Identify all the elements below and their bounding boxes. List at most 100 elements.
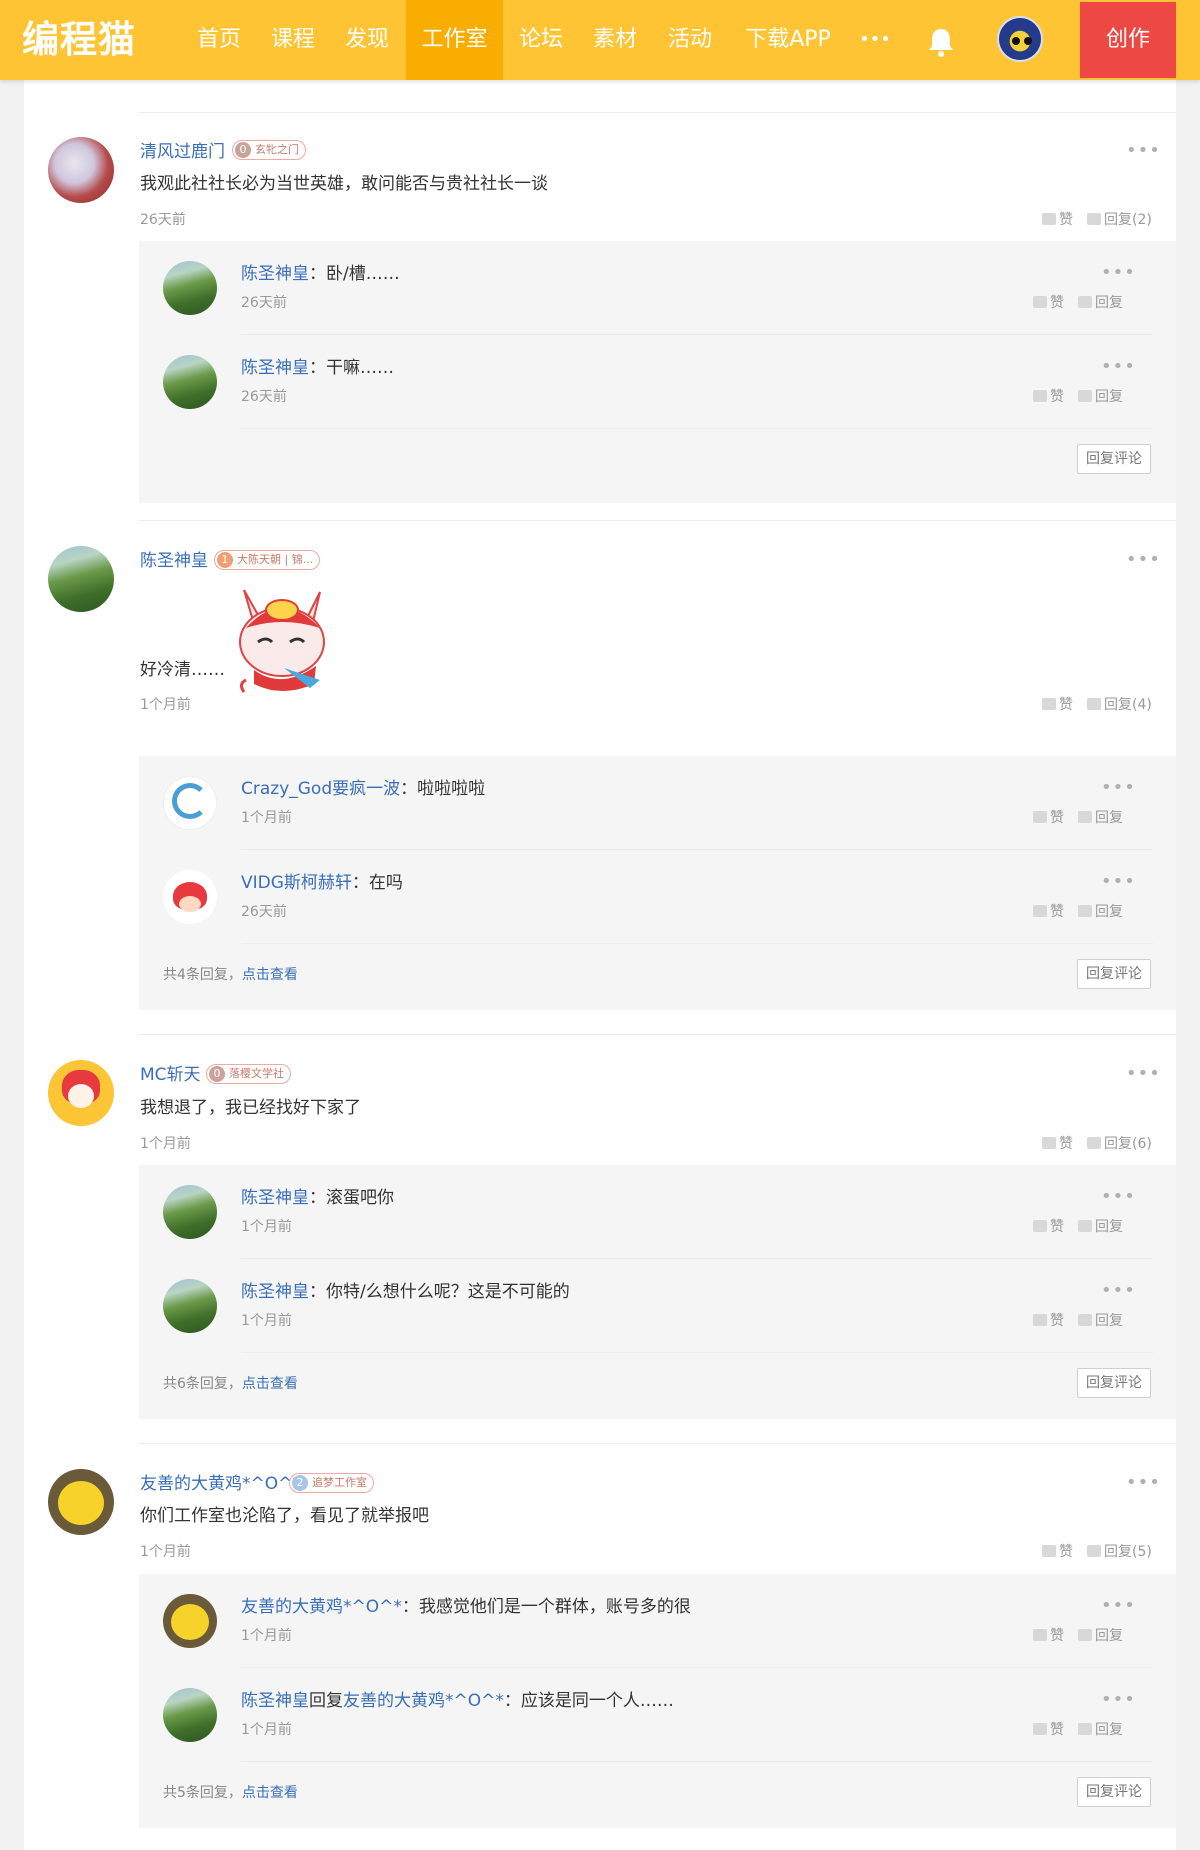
speech-bubble-icon [1087,1137,1101,1149]
avatar[interactable] [163,870,217,924]
more-options-icon[interactable]: ••• [1101,1188,1136,1206]
nav-more-icon[interactable]: ••• [852,0,898,80]
reply-line: 陈圣神皇：卧/槽…… [241,264,400,284]
reply-comment-button[interactable]: 回复评论 [1077,444,1151,474]
reply-button[interactable]: 回复 [1078,1719,1123,1739]
reply-username[interactable]: VIDG斯柯赫轩 [241,873,352,893]
like-button[interactable]: 赞 [1033,807,1064,827]
view-all-replies-link[interactable]: 点击查看 [242,967,298,983]
nav-item-forum[interactable]: 论坛 [508,0,574,80]
studio-badge[interactable]: 0 玄牝之门 [232,140,306,160]
reply-button[interactable]: 回复(5) [1087,1541,1152,1561]
avatar[interactable] [163,261,217,315]
reply-button[interactable]: 回复(2) [1087,209,1152,229]
reply-username[interactable]: 陈圣神皇 [241,1691,309,1711]
divider [241,849,1153,850]
reply-comment-button[interactable]: 回复评论 [1077,1777,1151,1807]
reply-button[interactable]: 回复 [1078,386,1123,406]
reply-username[interactable]: Crazy_God要疯一波 [241,779,400,799]
comment-username[interactable]: 友善的大黄鸡*^O^* [140,1469,301,1494]
nav-item-studio[interactable]: 工作室 [406,0,503,80]
reply-line: 陈圣神皇回复友善的大黄鸡*^O^*：应该是同一个人…… [241,1691,674,1711]
divider [139,1034,1176,1035]
thumbs-up-icon [1033,390,1047,402]
reply-line: 陈圣神皇：你特/么想什么呢？这是不可能的 [241,1282,570,1302]
reply-username[interactable]: 陈圣神皇 [241,264,309,284]
user-avatar[interactable] [997,16,1043,62]
reply-button[interactable]: 回复 [1078,901,1123,921]
like-button[interactable]: 赞 [1033,1310,1064,1330]
studio-badge[interactable]: 1 大陈天朝 | 锦... [214,550,321,570]
like-button[interactable]: 赞 [1033,386,1064,406]
comment-username[interactable]: 陈圣神皇 [140,546,208,571]
logo[interactable]: 编程猫 [22,14,136,66]
bell-icon[interactable] [924,25,958,59]
more-options-icon[interactable]: ••• [1126,551,1161,569]
divider [241,334,1153,335]
comment-username[interactable]: 清风过鹿门 [140,137,225,162]
avatar[interactable] [163,1185,217,1239]
nav-item-discover[interactable]: 发现 [334,0,400,80]
reply-count-footnote: 共5条回复，点击查看 [163,1785,298,1801]
more-options-icon[interactable]: ••• [1101,264,1136,282]
more-options-icon[interactable]: ••• [1101,1597,1136,1615]
nav-item-activities[interactable]: 活动 [657,0,723,80]
like-button[interactable]: 赞 [1033,1625,1064,1645]
reply-button[interactable]: 回复 [1078,1310,1123,1330]
avatar[interactable] [163,1688,217,1742]
avatar[interactable] [163,1279,217,1333]
reply-time: 1个月前 [241,1219,292,1235]
like-button[interactable]: 赞 [1033,292,1064,312]
like-button[interactable]: 赞 [1033,1719,1064,1739]
reply-username[interactable]: 友善的大黄鸡*^O^* [241,1597,402,1617]
reply-target-username[interactable]: 友善的大黄鸡*^O^* [343,1691,504,1711]
more-options-icon[interactable]: ••• [1126,1065,1161,1083]
more-options-icon[interactable]: ••• [1126,142,1161,160]
thumbs-up-icon [1042,1137,1056,1149]
reply-button[interactable]: 回复(6) [1087,1133,1152,1153]
divider [241,1761,1153,1762]
view-all-replies-link[interactable]: 点击查看 [242,1785,298,1801]
avatar[interactable] [163,1594,217,1648]
studio-badge[interactable]: 2 追梦工作室 [289,1473,374,1493]
nav-item-courses[interactable]: 课程 [260,0,326,80]
reply-button[interactable]: 回复 [1078,1625,1123,1645]
nav-item-download-app[interactable]: 下载APP [733,0,843,80]
like-button[interactable]: 赞 [1042,209,1073,229]
more-options-icon[interactable]: ••• [1101,358,1136,376]
comment-username[interactable]: MC斩天 [140,1060,201,1085]
reply-username[interactable]: 陈圣神皇 [241,1282,309,1302]
view-all-replies-link[interactable]: 点击查看 [242,1376,298,1392]
avatar[interactable] [48,1469,114,1535]
like-button[interactable]: 赞 [1033,1216,1064,1236]
more-options-icon[interactable]: ••• [1101,1691,1136,1709]
reply-button[interactable]: 回复 [1078,292,1123,312]
speech-bubble-icon [1078,1314,1092,1326]
reply-comment-button[interactable]: 回复评论 [1077,959,1151,989]
like-button[interactable]: 赞 [1042,694,1073,714]
avatar[interactable] [48,137,114,203]
avatar[interactable] [163,355,217,409]
avatar[interactable] [163,776,217,830]
like-button[interactable]: 赞 [1033,901,1064,921]
more-options-icon[interactable]: ••• [1101,779,1136,797]
avatar[interactable] [48,1060,114,1126]
nav-item-home[interactable]: 首页 [186,0,252,80]
reply-username[interactable]: 陈圣神皇 [241,358,309,378]
reply-button[interactable]: 回复 [1078,1216,1123,1236]
more-options-icon[interactable]: ••• [1101,873,1136,891]
create-button[interactable]: 创作 [1080,2,1176,78]
like-button[interactable]: 赞 [1042,1541,1073,1561]
avatar[interactable] [48,546,114,612]
reply-comment-button[interactable]: 回复评论 [1077,1368,1151,1398]
more-options-icon[interactable]: ••• [1126,1474,1161,1492]
studio-badge[interactable]: 0 落樱文学社 [206,1064,291,1084]
like-button[interactable]: 赞 [1042,1133,1073,1153]
reply-button[interactable]: 回复(4) [1087,694,1152,714]
speech-bubble-icon [1078,1220,1092,1232]
reply-button[interactable]: 回复 [1078,807,1123,827]
more-options-icon[interactable]: ••• [1101,1282,1136,1300]
reply-username[interactable]: 陈圣神皇 [241,1188,309,1208]
nav-item-materials[interactable]: 素材 [582,0,648,80]
thumbs-up-icon [1033,296,1047,308]
